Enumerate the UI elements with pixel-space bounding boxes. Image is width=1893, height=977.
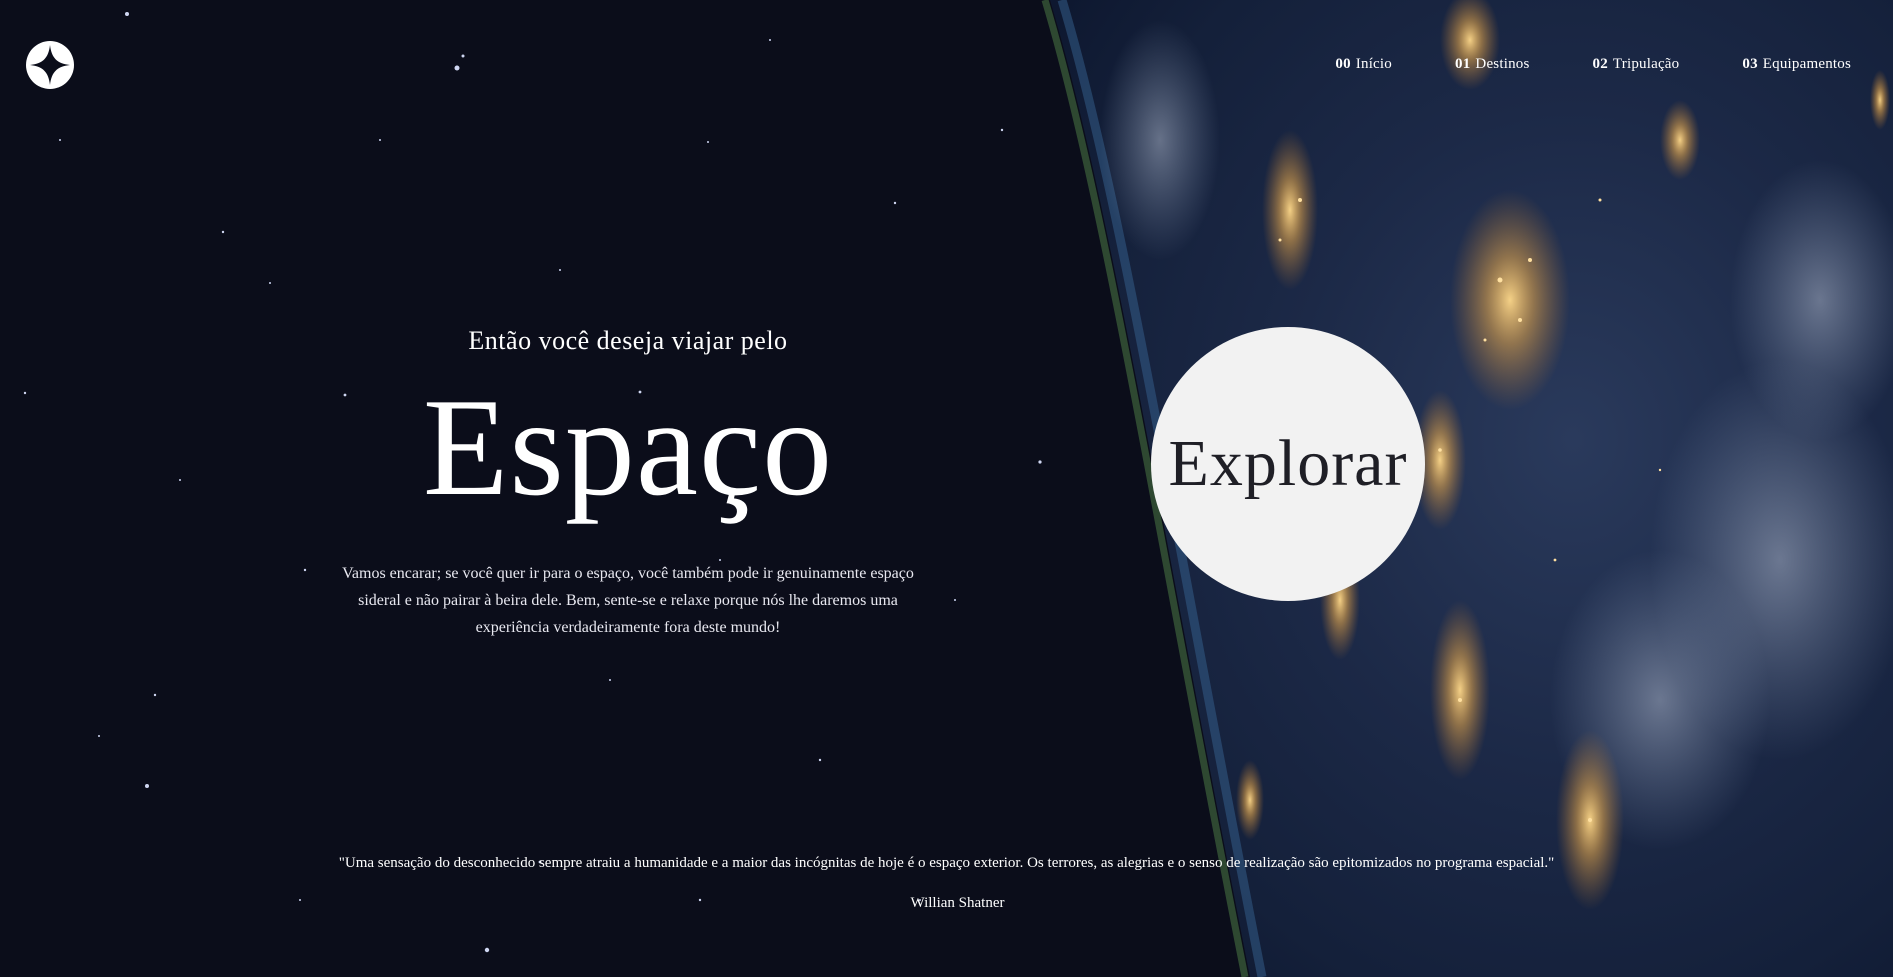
nav-item-label: Tripulação — [1612, 56, 1680, 72]
nav-item-inicio[interactable]: 00 Início — [1335, 56, 1392, 73]
nav-item-tripulacao[interactable]: 02 Tripulação — [1593, 56, 1680, 73]
hero-title: Espaço — [422, 370, 834, 525]
hero-section: Então você deseja viajar pelo Espaço Vam… — [328, 326, 928, 641]
nav-item-number: 03 — [1742, 56, 1758, 72]
nav-item-number: 00 — [1335, 56, 1351, 72]
logo-icon[interactable] — [26, 41, 74, 89]
quote-author: Willian Shatner — [910, 895, 1005, 911]
nav-item-label: Equipamentos — [1762, 56, 1851, 72]
nav-item-equipamentos[interactable]: 03 Equipamentos — [1742, 56, 1851, 73]
explore-button[interactable]: Explorar — [1151, 327, 1425, 601]
nav-item-label: Destinos — [1475, 56, 1530, 72]
main-navigation: 00 Início 01 Destinos 02 Tripulação 03 E… — [1335, 56, 1851, 73]
nav-item-label: Início — [1355, 56, 1392, 72]
space-background-image — [0, 0, 1893, 977]
four-point-star-icon — [30, 45, 70, 85]
nav-item-number: 02 — [1592, 56, 1608, 72]
hero-description: Vamos encarar; se você quer ir para o es… — [342, 565, 914, 636]
home-page: 00 Início 01 Destinos 02 Tripulação 03 E… — [0, 0, 1893, 977]
nav-item-destinos[interactable]: 01 Destinos — [1455, 56, 1530, 73]
quote-text: "Uma sensação do desconhecido sempre atr… — [338, 855, 1555, 871]
nav-item-number: 01 — [1455, 56, 1471, 72]
hero-eyebrow: Então você deseja viajar pelo — [468, 326, 788, 355]
